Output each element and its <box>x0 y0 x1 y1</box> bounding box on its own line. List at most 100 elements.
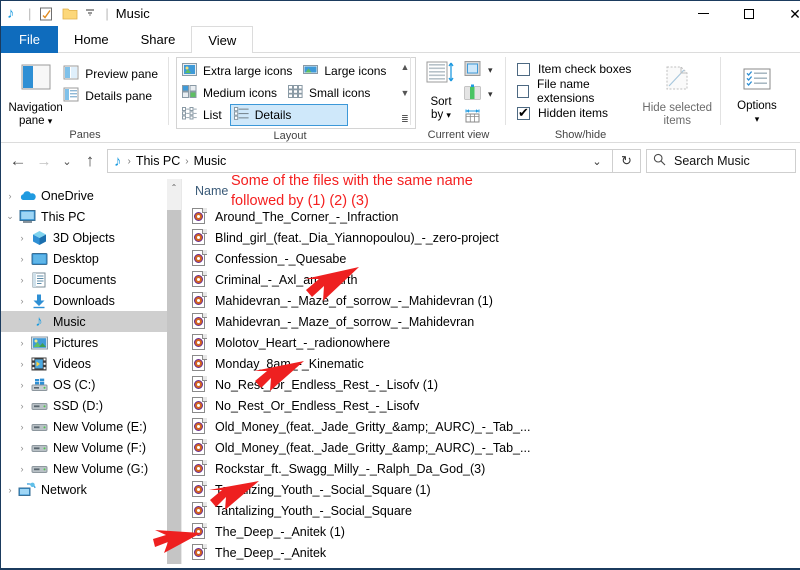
sidebar-item-new-volume-f[interactable]: › New Volume (F:) <box>1 437 181 458</box>
file-list-item[interactable]: Tantalizing_Youth_-_Social_Square (1) <box>182 479 800 500</box>
new-folder-icon[interactable] <box>62 6 78 22</box>
layout-list[interactable]: List <box>179 104 230 126</box>
sidebar-item-os-c[interactable]: › OS (C:) <box>1 374 181 395</box>
layout-scroll-down-icon[interactable]: ▼ <box>400 88 409 98</box>
sidebar-item-documents[interactable]: › Documents <box>1 269 181 290</box>
layout-gallery-expand-icon[interactable]: ≣ <box>401 114 409 124</box>
expand-chevron-icon[interactable]: › <box>15 296 29 306</box>
up-button[interactable]: ↑ <box>77 148 103 174</box>
back-button[interactable]: ← <box>5 148 31 174</box>
forward-button[interactable]: → <box>31 148 57 174</box>
refresh-button[interactable]: ↻ <box>613 149 641 173</box>
expand-chevron-icon[interactable]: › <box>15 359 29 369</box>
breadcrumb-bar[interactable]: ♪ › This PC › Music ⌄ <box>107 149 613 173</box>
file-list-item[interactable]: Criminal_-_Axl_amp_Arth <box>182 269 800 290</box>
sidebar-item-label: SSD (D:) <box>53 398 103 413</box>
sidebar-item-videos[interactable]: › Videos <box>1 353 181 374</box>
recent-locations-button[interactable]: ⌄ <box>57 148 77 174</box>
options-label: Options ▾ <box>737 100 777 124</box>
size-all-columns-button[interactable] <box>464 106 497 128</box>
tab-share[interactable]: Share <box>125 26 192 53</box>
sidebar-item-pictures[interactable]: › Pictures <box>1 332 181 353</box>
expand-chevron-icon[interactable]: › <box>3 191 17 201</box>
hidden-items-checkbox[interactable] <box>517 105 530 121</box>
tab-home[interactable]: Home <box>58 26 125 53</box>
close-button[interactable]: ✕ <box>772 1 800 26</box>
minimize-button[interactable] <box>680 1 726 26</box>
layout-details[interactable]: Details <box>229 104 348 126</box>
file-list-item[interactable]: Rockstar_ft._Swagg_Milly_-_Ralph_Da_God_… <box>182 458 800 479</box>
expand-chevron-icon[interactable]: › <box>15 254 29 264</box>
expand-chevron-icon[interactable]: › <box>15 443 29 453</box>
expand-chevron-icon[interactable]: › <box>15 422 29 432</box>
expand-chevron-icon[interactable]: › <box>15 233 29 243</box>
file-list-item[interactable]: Tantalizing_Youth_-_Social_Square <box>182 500 800 521</box>
breadcrumb-dropdown-icon[interactable]: ⌄ <box>586 149 608 173</box>
tab-file[interactable]: File <box>1 26 58 53</box>
sidebar-item-onedrive[interactable]: › OneDrive <box>1 185 181 206</box>
expand-chevron-icon[interactable]: ⌄ <box>3 211 17 222</box>
add-columns-caret-icon[interactable]: ▾ <box>488 89 493 100</box>
layout-large-icons[interactable]: Large icons <box>300 60 394 82</box>
file-list-item[interactable]: The_Deep_-_Anitek <box>182 542 800 563</box>
expand-chevron-icon[interactable]: › <box>3 485 17 495</box>
sidebar-item-music[interactable]: ♪ Music <box>1 311 181 332</box>
file-list-item[interactable]: Confession_-_Quesabe <box>182 248 800 269</box>
sidebar-item-desktop[interactable]: › Desktop <box>1 248 181 269</box>
expand-chevron-icon[interactable]: › <box>15 338 29 348</box>
layout-small-icons[interactable]: Small icons <box>285 82 378 104</box>
sidebar-item-new-volume-g[interactable]: › New Volume (G:) <box>1 458 181 479</box>
layout-medium-icons[interactable]: Medium icons <box>179 82 285 104</box>
sidebar-item-network[interactable]: › Network <box>1 479 181 500</box>
group-by-icon <box>464 60 482 80</box>
file-list-item[interactable]: Mahidevran_-_Maze_of_sorrow_-_Mahidevran… <box>182 290 800 311</box>
nav-scrollbar-thumb[interactable] <box>167 210 181 564</box>
preview-pane-button[interactable]: Preview pane <box>63 63 162 85</box>
expand-chevron-icon[interactable]: › <box>15 275 29 285</box>
file-list-item[interactable]: Molotov_Heart_-_radionowhere <box>182 332 800 353</box>
customize-quick-access-chevron-icon[interactable] <box>84 6 100 22</box>
expand-chevron-icon[interactable]: › <box>15 380 29 390</box>
options-group-label <box>721 127 793 143</box>
ribbon-tabs: File Home Share View <box>1 26 800 53</box>
tab-view[interactable]: View <box>191 26 254 53</box>
file-list-item[interactable]: The_Deep_-_Anitek (1) <box>182 521 800 542</box>
sidebar-item-ssd-d[interactable]: › SSD (D:) <box>1 395 181 416</box>
nav-scroll-up-icon[interactable]: ⌃ <box>167 179 181 195</box>
layout-gallery: Extra large icons Large icons Medium ico… <box>176 57 417 129</box>
hide-selected-items-button[interactable]: Hide selected items <box>640 58 714 128</box>
file-name-extensions-checkbox[interactable] <box>517 84 530 98</box>
layout-scroll-up-icon[interactable]: ▲ <box>400 62 409 72</box>
navigation-pane-scrollbar[interactable]: ⌃ <box>167 179 181 564</box>
maximize-button[interactable] <box>726 1 772 26</box>
breadcrumb-this-pc[interactable]: This PC <box>133 154 183 168</box>
sidebar-item-3d-objects[interactable]: › 3D Objects <box>1 227 181 248</box>
file-name-extensions-option[interactable]: File name extensions <box>517 77 640 105</box>
add-columns-button[interactable]: ▾ <box>464 82 497 106</box>
search-box[interactable]: Search Music <box>646 149 796 173</box>
expand-chevron-icon[interactable]: › <box>15 401 29 411</box>
file-list-item[interactable]: Old_Money_(feat._Jade_Gritty_&amp;_AURC)… <box>182 437 800 458</box>
hidden-items-option[interactable]: Hidden items <box>517 102 640 124</box>
sort-by-button[interactable]: Sort by ▾ <box>418 56 464 122</box>
sidebar-item-label: OneDrive <box>41 188 94 203</box>
sidebar-item-new-volume-e[interactable]: › New Volume (E:) <box>1 416 181 437</box>
onedrive-cloud-icon <box>17 189 37 203</box>
layout-extra-large-icons[interactable]: Extra large icons <box>179 60 300 82</box>
navigation-pane-button[interactable]: Navigation pane ▾ <box>8 58 63 128</box>
search-input[interactable]: Search Music <box>674 154 750 168</box>
expand-chevron-icon[interactable]: › <box>15 464 29 474</box>
details-pane-button[interactable]: Details pane <box>63 85 162 107</box>
sidebar-item-this-pc[interactable]: ⌄ This PC <box>1 206 181 227</box>
sidebar-item-downloads[interactable]: › Downloads <box>1 290 181 311</box>
file-list-item[interactable]: Mahidevran_-_Maze_of_sorrow_-_Mahidevran <box>182 311 800 332</box>
details-icon <box>233 107 249 123</box>
file-list-item[interactable]: Blind_girl_(feat._Dia_Yiannopoulou)_-_ze… <box>182 227 800 248</box>
group-by-caret-icon[interactable]: ▾ <box>488 65 493 76</box>
group-by-button[interactable]: ▾ <box>464 58 497 82</box>
properties-icon[interactable] <box>38 6 54 22</box>
options-button[interactable]: Options ▾ <box>728 62 786 126</box>
breadcrumb-music[interactable]: Music <box>191 154 230 168</box>
item-check-boxes-checkbox[interactable] <box>517 62 530 76</box>
file-list-item[interactable]: Old_Money_(feat._Jade_Gritty_&amp;_AURC)… <box>182 416 800 437</box>
